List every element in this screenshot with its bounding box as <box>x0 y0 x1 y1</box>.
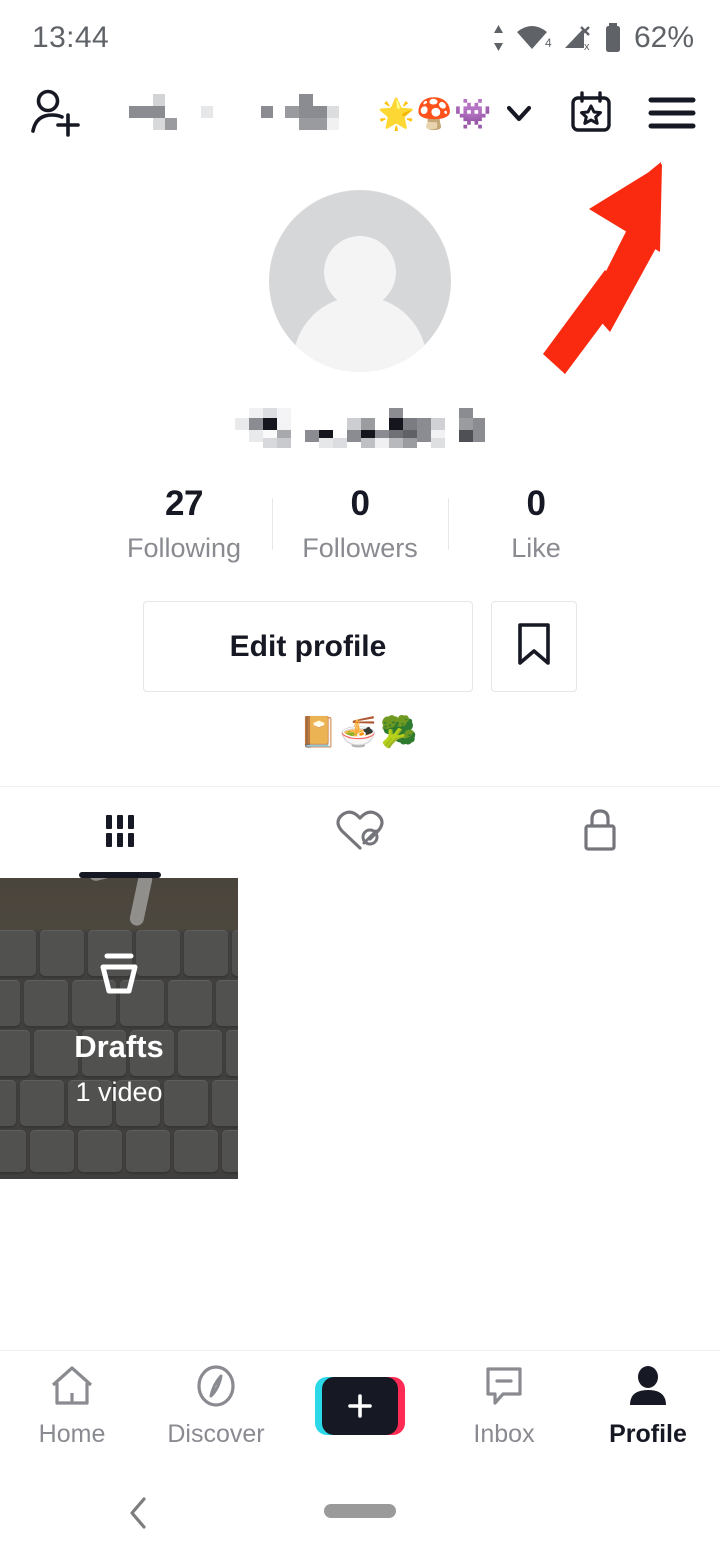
drafts-overlay: Drafts 1 video <box>0 878 238 1179</box>
stat-following-count: 27 <box>165 484 203 523</box>
add-person-icon <box>26 86 80 145</box>
hamburger-menu-icon[interactable] <box>648 93 696 138</box>
create-black-layer <box>322 1376 398 1435</box>
compass-discover-icon <box>191 1363 241 1414</box>
stat-likes[interactable]: 0 Like <box>449 484 624 564</box>
censored-username-topnav <box>121 94 371 136</box>
profile-username-title[interactable]: 🌟🍄👾 <box>92 93 568 138</box>
status-bar-time: 13:44 <box>32 21 110 54</box>
add-friends-button[interactable] <box>26 86 92 145</box>
tab-private-videos[interactable] <box>480 787 720 878</box>
title-emojis: 🌟🍄👾 <box>377 97 493 132</box>
stat-likes-count: 0 <box>526 484 546 523</box>
stat-followers-count: 0 <box>350 484 370 523</box>
cellular-signal-off-icon: x <box>562 23 594 53</box>
home-gesture-pill[interactable] <box>324 1504 396 1518</box>
drafts-subtitle: 1 video <box>75 1076 163 1107</box>
private-lock-icon <box>579 806 621 859</box>
content-tabs <box>0 786 720 878</box>
profile-stats: 27 Following 0 Followers 0 Like <box>0 484 720 564</box>
bookmarks-button[interactable] <box>491 601 577 692</box>
tab-videos-grid[interactable] <box>0 787 240 878</box>
nav-item-inbox-label: Inbox <box>473 1419 535 1448</box>
profile-person-icon <box>623 1363 673 1414</box>
system-navigation-bar <box>0 1460 720 1560</box>
tab-liked-hidden[interactable] <box>240 787 480 878</box>
nav-item-discover-label: Discover <box>167 1419 265 1448</box>
create-plus-button[interactable] <box>315 1376 405 1435</box>
drafts-cell[interactable]: Drafts 1 video <box>0 878 238 1179</box>
grid-videos-icon <box>97 807 143 858</box>
svg-text:x: x <box>584 41 590 53</box>
back-chevron-icon[interactable] <box>126 1496 152 1535</box>
stat-followers-label: Followers <box>302 533 418 563</box>
calendar-star-icon[interactable] <box>568 90 614 141</box>
profile-bio: 📔🍜🥦 <box>299 715 421 750</box>
nav-item-inbox[interactable]: Inbox <box>432 1363 576 1449</box>
avatar-body-shape <box>293 296 427 372</box>
edit-profile-button[interactable]: Edit profile <box>143 601 473 692</box>
battery-percent-label: 62% <box>633 21 694 54</box>
nav-item-profile[interactable]: Profile <box>576 1363 720 1449</box>
nav-item-home-label: Home <box>38 1419 106 1448</box>
inbox-message-icon <box>479 1363 529 1414</box>
top-nav-actions <box>568 90 696 141</box>
nav-item-create[interactable] <box>288 1376 432 1435</box>
nav-item-home[interactable]: Home <box>0 1363 144 1449</box>
stat-following-label: Following <box>126 533 242 563</box>
stat-likes-label: Like <box>511 533 561 563</box>
avatar[interactable] <box>269 190 451 372</box>
nav-item-profile-label: Profile <box>609 1419 687 1448</box>
stat-followers[interactable]: 0 Followers <box>273 484 448 564</box>
drafts-title: Drafts <box>74 1028 164 1064</box>
liked-hidden-heart-icon <box>334 806 386 859</box>
censored-username-profile <box>235 408 485 450</box>
status-bar: 13:44 4 x 62% <box>0 0 720 76</box>
wifi-icon: 4 <box>515 23 553 53</box>
svg-text:4: 4 <box>545 36 552 50</box>
top-nav-bar: 🌟🍄👾 <box>0 76 720 154</box>
chevron-down-icon[interactable] <box>499 93 539 138</box>
nav-item-discover[interactable]: Discover <box>144 1363 288 1449</box>
profile-actions: Edit profile <box>143 601 577 692</box>
profile-header: 27 Following 0 Followers 0 Like Edit pro… <box>0 154 720 748</box>
battery-icon <box>603 22 623 54</box>
bottom-nav-bar: Home Discover Inbox Profile <box>0 1350 720 1460</box>
drafts-tray-icon <box>91 950 147 1003</box>
data-transfer-arrows-icon <box>491 23 506 53</box>
video-grid: Drafts 1 video <box>0 878 720 1179</box>
status-bar-icons: 4 x 62% <box>491 21 694 55</box>
home-icon <box>47 1363 97 1414</box>
stat-following[interactable]: 27 Following <box>97 484 272 564</box>
bookmark-icon <box>515 622 553 671</box>
